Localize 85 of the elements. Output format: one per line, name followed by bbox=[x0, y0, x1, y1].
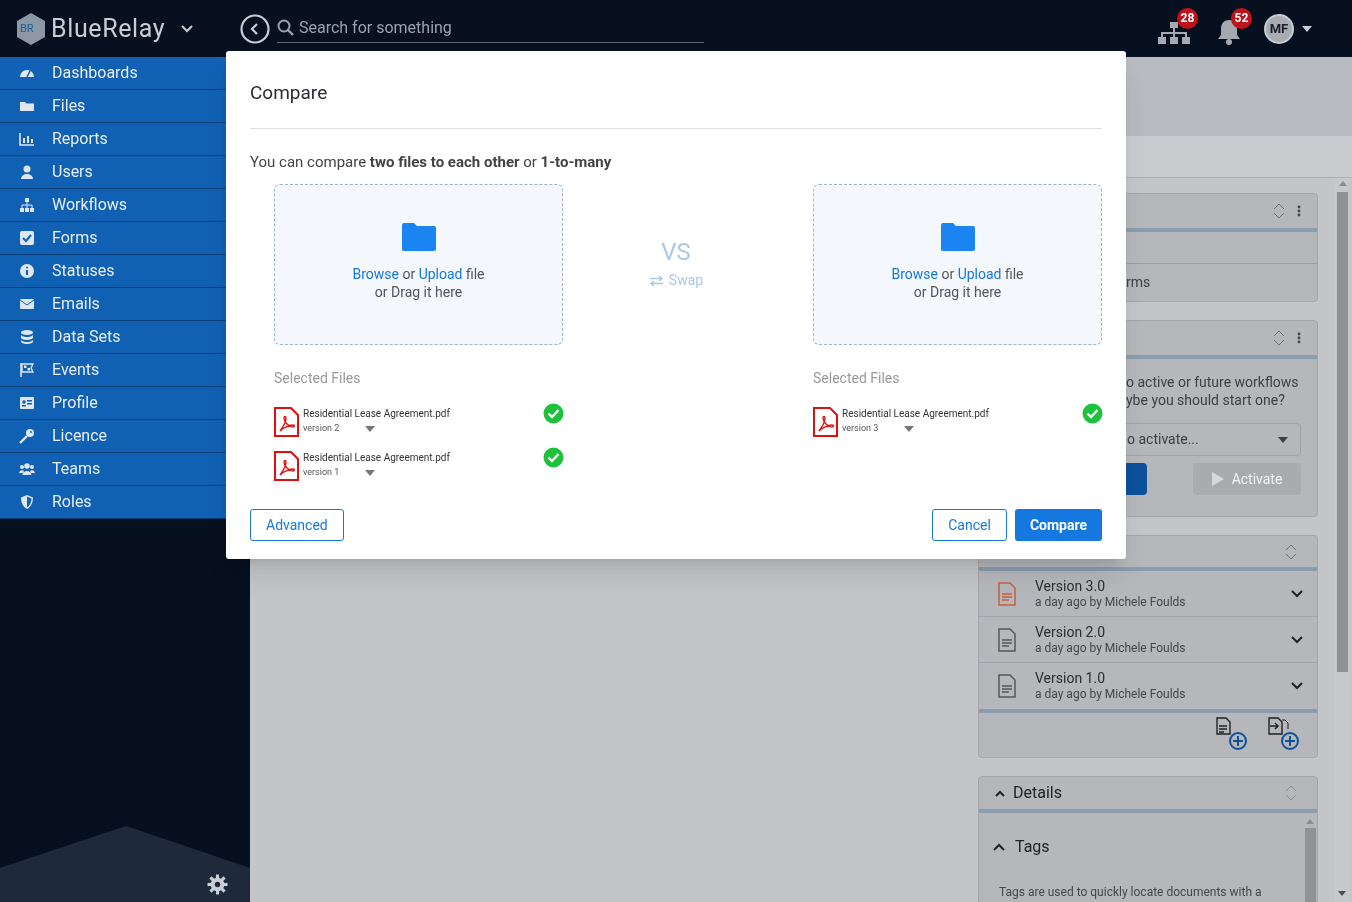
folder-icon bbox=[401, 223, 436, 251]
dialog-intro: You can compare two files to each other or 1-to-many bbox=[250, 151, 613, 173]
version-dropdown[interactable]: version 1 bbox=[303, 466, 375, 480]
swap-icon bbox=[648, 274, 664, 287]
chevron-up-icon[interactable] bbox=[993, 843, 1005, 851]
compare-button[interactable]: Compare bbox=[1014, 509, 1102, 541]
version-meta: a day ago by Michele Foulds bbox=[1035, 640, 1186, 656]
forms-row-text: rms bbox=[1126, 273, 1151, 292]
search-icon bbox=[277, 19, 295, 37]
drag-hint: or Drag it here bbox=[913, 283, 1002, 301]
hierarchy-icon bbox=[18, 197, 36, 213]
chevron-up-icon[interactable] bbox=[995, 789, 1005, 797]
chevron-down-icon[interactable] bbox=[1291, 682, 1303, 690]
version-dropdown[interactable]: version 2 bbox=[303, 422, 375, 436]
envelope-icon bbox=[18, 296, 36, 312]
caret-down-icon bbox=[365, 469, 375, 476]
hierarchy-icon[interactable] bbox=[1158, 21, 1190, 44]
version-title: Version 2.0 bbox=[1035, 623, 1107, 641]
version-row[interactable]: Version 2.0 a day ago by Michele Foulds bbox=[979, 617, 1317, 663]
checkbox-icon bbox=[18, 230, 36, 246]
version-meta: a day ago by Michele Foulds bbox=[1035, 687, 1186, 702]
scroll-down-icon[interactable] bbox=[1338, 891, 1346, 896]
more-options-icon[interactable] bbox=[1297, 205, 1301, 217]
tags-title: Tags bbox=[1015, 836, 1050, 858]
flag-icon bbox=[18, 362, 36, 378]
browse-upload-text: Browse or Upload file bbox=[891, 265, 1024, 283]
caret-down-icon bbox=[365, 425, 375, 432]
scrollbar-thumb[interactable] bbox=[1337, 192, 1348, 672]
logo-mark: BR bbox=[20, 21, 34, 37]
version-row[interactable]: Version 3.0 a day ago by Michele Foulds bbox=[979, 571, 1317, 617]
shield-icon bbox=[18, 494, 36, 510]
folder-icon bbox=[940, 223, 975, 251]
upload-link[interactable]: Upload bbox=[418, 266, 463, 282]
brand-name: BlueRelay bbox=[51, 12, 166, 45]
users-icon bbox=[18, 461, 36, 477]
logo-icon bbox=[16, 11, 46, 46]
version-row[interactable]: Version 1.0 a day ago by Michele Foulds bbox=[979, 663, 1317, 709]
file-name: Residential Lease Agreement.pdf bbox=[303, 407, 450, 420]
version-title: Version 1.0 bbox=[1035, 670, 1107, 687]
version-meta: a day ago by Michele Foulds bbox=[1035, 594, 1186, 610]
count-badge: 28 bbox=[1177, 7, 1198, 29]
details-title: Details bbox=[1013, 782, 1062, 804]
pdf-file-icon bbox=[274, 451, 299, 481]
caret-down-icon bbox=[1278, 436, 1288, 443]
id-card-icon bbox=[18, 395, 36, 411]
workflow-message: o active or future workflows ybe you should start one? bbox=[1125, 373, 1300, 409]
version-title: Version 3.0 bbox=[1035, 577, 1107, 595]
user-icon bbox=[18, 164, 36, 180]
browse-link[interactable]: Browse bbox=[891, 266, 938, 282]
dialog-title: Compare bbox=[250, 51, 1102, 129]
import-document-icon[interactable] bbox=[1267, 717, 1299, 751]
search-field[interactable]: Search for something bbox=[299, 16, 699, 40]
info-icon bbox=[18, 263, 36, 279]
drag-hint: or Drag it here bbox=[374, 283, 463, 301]
file-name: Residential Lease Agreement.pdf bbox=[303, 451, 450, 464]
selected-files-label: Selected Files bbox=[274, 369, 362, 388]
chevron-down-icon[interactable] bbox=[1291, 589, 1303, 598]
file-drop-zone[interactable]: Browse or Upload file or Drag it here bbox=[813, 184, 1102, 345]
user-avatar[interactable]: MF bbox=[1264, 13, 1294, 44]
browse-link[interactable]: Browse bbox=[352, 266, 399, 282]
chevron-down-icon[interactable] bbox=[1291, 635, 1303, 644]
upload-link[interactable]: Upload bbox=[957, 266, 1002, 282]
version-dropdown[interactable]: version 3 bbox=[842, 422, 914, 436]
file-drop-zone[interactable]: Browse or Upload file or Drag it here bbox=[274, 184, 563, 345]
cancel-button[interactable]: Cancel bbox=[932, 509, 1007, 541]
play-icon bbox=[1211, 472, 1224, 486]
tags-description: Tags are used to quickly locate documents with a bbox=[999, 884, 1263, 901]
vs-label: VS bbox=[661, 237, 691, 268]
advanced-button[interactable]: Advanced bbox=[250, 509, 344, 541]
count-badge: 52 bbox=[1231, 7, 1252, 29]
scrollbar-thumb[interactable] bbox=[1304, 828, 1316, 902]
add-document-icon[interactable] bbox=[1215, 717, 1247, 751]
bar-chart-icon bbox=[18, 131, 36, 147]
browse-upload-text: Browse or Upload file bbox=[352, 265, 485, 283]
file-name: Residential Lease Agreement.pdf bbox=[842, 407, 989, 420]
database-icon bbox=[18, 329, 36, 345]
key-icon bbox=[18, 428, 36, 444]
settings-icon[interactable] bbox=[207, 874, 228, 895]
pdf-file-icon bbox=[813, 407, 838, 437]
caret-down-icon[interactable] bbox=[1302, 25, 1312, 32]
selected-files-label: Selected Files bbox=[813, 369, 901, 388]
caret-down-icon bbox=[904, 425, 914, 432]
back-button-icon[interactable] bbox=[240, 13, 270, 44]
pdf-file-icon bbox=[274, 407, 299, 437]
more-options-icon[interactable] bbox=[1297, 332, 1301, 344]
